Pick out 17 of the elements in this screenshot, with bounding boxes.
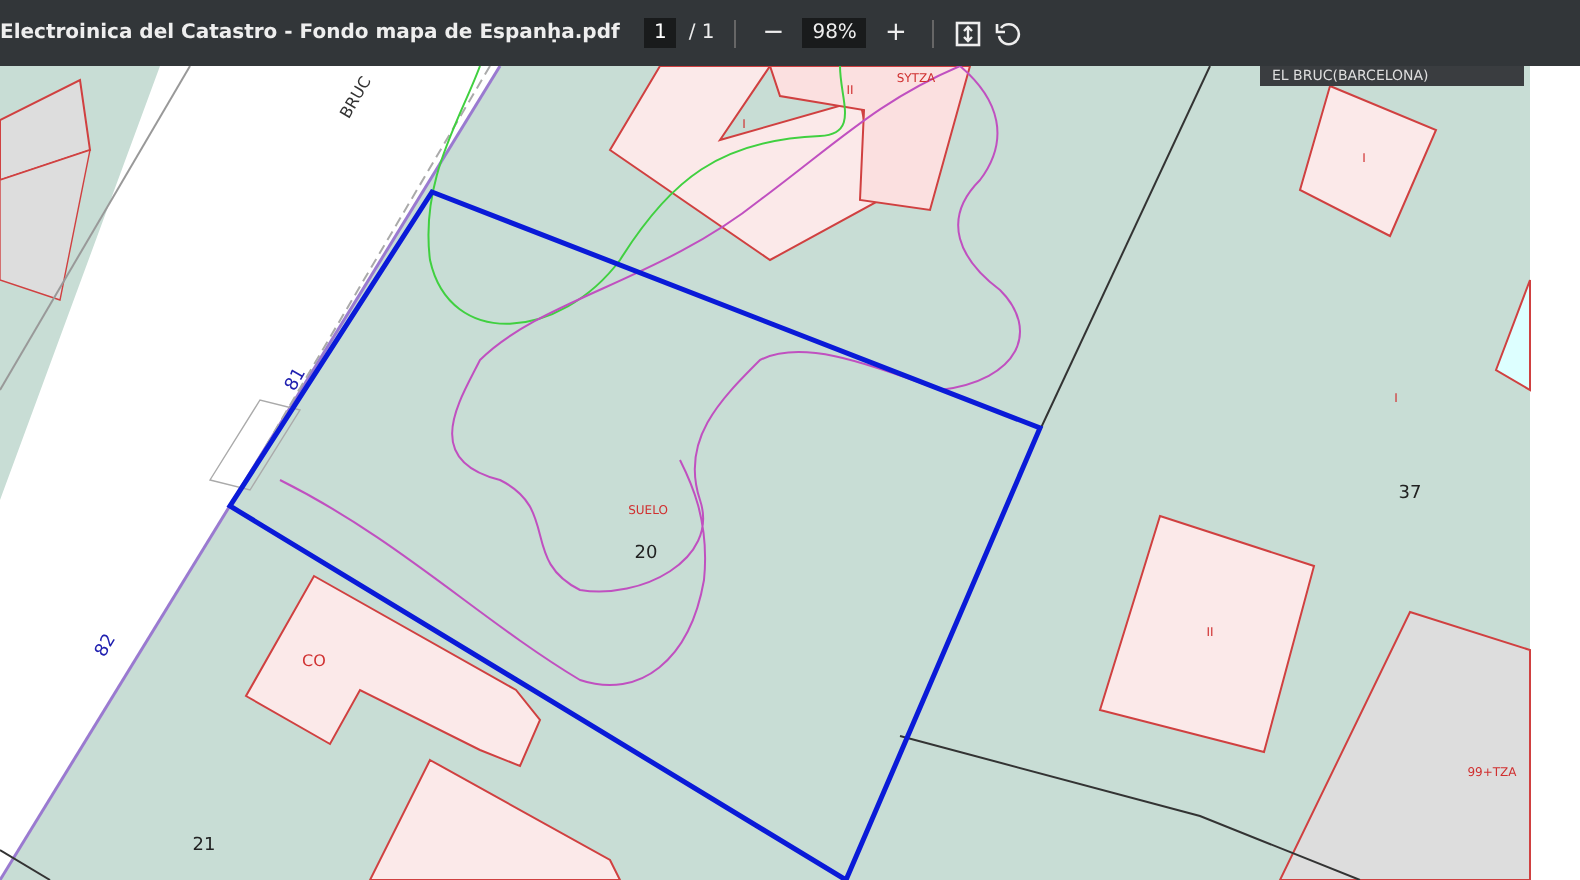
document-title: Electroinica del Catastro - Fondo mapa de Espanḥa.pdf	[0, 22, 620, 44]
map-label: CO	[302, 652, 326, 670]
zoom-field[interactable]: 98%	[802, 18, 867, 48]
map-label: 81	[282, 365, 311, 395]
rotate-icon[interactable]	[994, 19, 1023, 47]
page-total: / 1	[688, 22, 715, 44]
zoom-in-button[interactable]: +	[878, 18, 913, 48]
building-outline	[1494, 279, 1531, 392]
map-label: 37	[1398, 484, 1422, 504]
zoom-out-button[interactable]: −	[756, 18, 791, 48]
parcel-line	[0, 849, 51, 880]
sidewalk-outline	[208, 399, 302, 491]
map-label: 20	[634, 544, 658, 564]
page-number-field[interactable]: 1	[644, 18, 677, 48]
fit-page-icon[interactable]	[954, 19, 983, 47]
map-label: 21	[192, 836, 216, 856]
map-label: 82	[92, 631, 121, 661]
